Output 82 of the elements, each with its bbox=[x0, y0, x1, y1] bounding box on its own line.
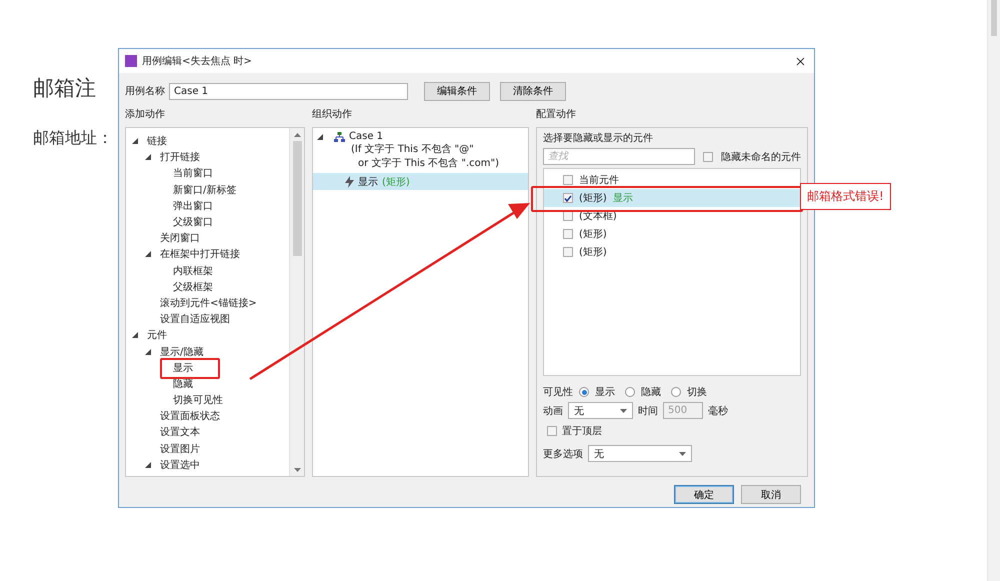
checkbox[interactable] bbox=[563, 247, 573, 257]
visibility-label: 可见性 bbox=[543, 386, 573, 399]
time-label: 时间 bbox=[638, 404, 658, 418]
app-icon bbox=[125, 55, 137, 67]
expand-triangle-icon[interactable] bbox=[145, 251, 151, 258]
widget-row[interactable]: (矩形) bbox=[544, 243, 800, 261]
case-icon bbox=[334, 132, 345, 142]
unit-label: 毫秒 bbox=[708, 404, 728, 418]
tree-item[interactable]: 设置面板状态 bbox=[158, 409, 222, 424]
more-options-select[interactable]: 无 bbox=[588, 445, 692, 462]
expand-triangle-icon[interactable] bbox=[132, 138, 138, 144]
tree-item[interactable]: 设置自适应视图 bbox=[158, 312, 232, 326]
tree-item[interactable]: 显示/隐藏 bbox=[158, 344, 206, 359]
tree-item[interactable]: 父级窗口 bbox=[171, 215, 215, 230]
scrollbar-thumb[interactable] bbox=[292, 141, 302, 256]
case-name[interactable]: Case 1 bbox=[349, 131, 384, 142]
column-heading: 配置动作 bbox=[536, 108, 577, 121]
radio-button[interactable] bbox=[671, 387, 681, 397]
checkbox[interactable] bbox=[563, 193, 573, 203]
tree-item[interactable]: 显示 bbox=[171, 360, 195, 375]
action-row[interactable]: 显示 (矩形) bbox=[313, 173, 528, 190]
dialog-button[interactable]: 取消 bbox=[741, 485, 801, 504]
window-title: 用例编辑<失去焦点 时> bbox=[142, 54, 253, 68]
tree-item[interactable]: 设置文本 bbox=[158, 425, 202, 440]
down-arrow-icon[interactable] bbox=[294, 468, 300, 472]
condition-button[interactable]: 清除条件 bbox=[500, 82, 566, 100]
tree-item[interactable]: 链接 bbox=[145, 134, 169, 148]
caret-icon bbox=[620, 408, 627, 412]
caret-icon bbox=[679, 452, 686, 456]
checkbox[interactable] bbox=[563, 229, 573, 239]
checkbox[interactable] bbox=[563, 175, 573, 185]
animation-select[interactable]: 无 bbox=[568, 402, 633, 419]
animation-label: 动画 bbox=[543, 404, 563, 418]
checkbox-label: 置于顶层 bbox=[562, 424, 602, 438]
tree-item[interactable]: 当前窗口 bbox=[171, 166, 215, 180]
checkbox-label: 隐藏未命名的元件 bbox=[721, 150, 801, 164]
widget-row[interactable]: 当前元件 bbox=[544, 171, 800, 189]
check-icon bbox=[564, 194, 572, 202]
condition-text: or 文字于 This 不包含 ".com") bbox=[357, 156, 500, 170]
tree-item[interactable]: 切换可见性 bbox=[171, 393, 225, 408]
tree-item[interactable]: 设置选中 bbox=[158, 458, 202, 472]
expand-triangle-icon[interactable] bbox=[132, 332, 138, 338]
case-name-field[interactable]: Case 1 bbox=[169, 82, 408, 100]
tree-item[interactable]: 关闭窗口 bbox=[158, 231, 202, 246]
lightning-icon bbox=[345, 176, 354, 188]
page-title: 邮箱注 bbox=[33, 75, 96, 102]
up-arrow-icon[interactable] bbox=[294, 132, 300, 136]
field-label: 邮箱地址： bbox=[33, 128, 113, 149]
radio-label: 切换 bbox=[687, 386, 707, 399]
tree-item[interactable]: 设置图片 bbox=[158, 442, 202, 456]
case-name-label: 用例名称 bbox=[125, 85, 165, 98]
checkbox[interactable] bbox=[563, 211, 573, 221]
tree-item[interactable]: 打开链接 bbox=[158, 150, 202, 164]
dialog-button[interactable]: 确定 bbox=[674, 485, 734, 504]
expand-triangle-icon[interactable] bbox=[317, 134, 323, 140]
widget-row[interactable]: (矩形) 显示 bbox=[544, 189, 800, 207]
tree-item[interactable]: 滚动到元件<锚链接> bbox=[158, 296, 259, 310]
radio-label: 隐藏 bbox=[641, 386, 661, 399]
expand-triangle-icon[interactable] bbox=[145, 462, 151, 468]
radio-button[interactable] bbox=[625, 387, 635, 397]
tree-item[interactable]: 在框架中打开链接 bbox=[158, 247, 242, 262]
tree-item[interactable]: 隐藏 bbox=[171, 376, 195, 391]
radio-label: 显示 bbox=[595, 386, 615, 399]
expand-triangle-icon[interactable] bbox=[145, 348, 151, 355]
expand-triangle-icon[interactable] bbox=[145, 154, 151, 160]
checkbox[interactable] bbox=[547, 426, 557, 436]
condition-button[interactable]: 编辑条件 bbox=[424, 82, 490, 100]
tree-item[interactable]: 新窗口/新标签 bbox=[171, 182, 238, 197]
checkbox[interactable] bbox=[703, 152, 713, 162]
more-options-label: 更多选项 bbox=[543, 448, 583, 460]
group-label: 选择要隐藏或显示的元件 bbox=[543, 132, 654, 145]
tree-item[interactable]: 弹出窗口 bbox=[171, 198, 215, 213]
condition-text: (If 文字于 This 不包含 "@" bbox=[350, 142, 475, 156]
radio-button[interactable] bbox=[579, 387, 589, 397]
tree-item[interactable]: 元件 bbox=[145, 328, 169, 342]
widget-row[interactable]: (矩形) bbox=[544, 225, 800, 243]
tree-item[interactable]: 内联框架 bbox=[171, 264, 215, 278]
column-heading: 组织动作 bbox=[312, 108, 353, 121]
column-heading: 添加动作 bbox=[125, 108, 166, 121]
tree-item[interactable]: 父级框架 bbox=[171, 280, 215, 294]
search-field[interactable]: 查找 bbox=[543, 148, 695, 165]
error-tooltip: 邮箱格式错误! bbox=[800, 183, 891, 210]
